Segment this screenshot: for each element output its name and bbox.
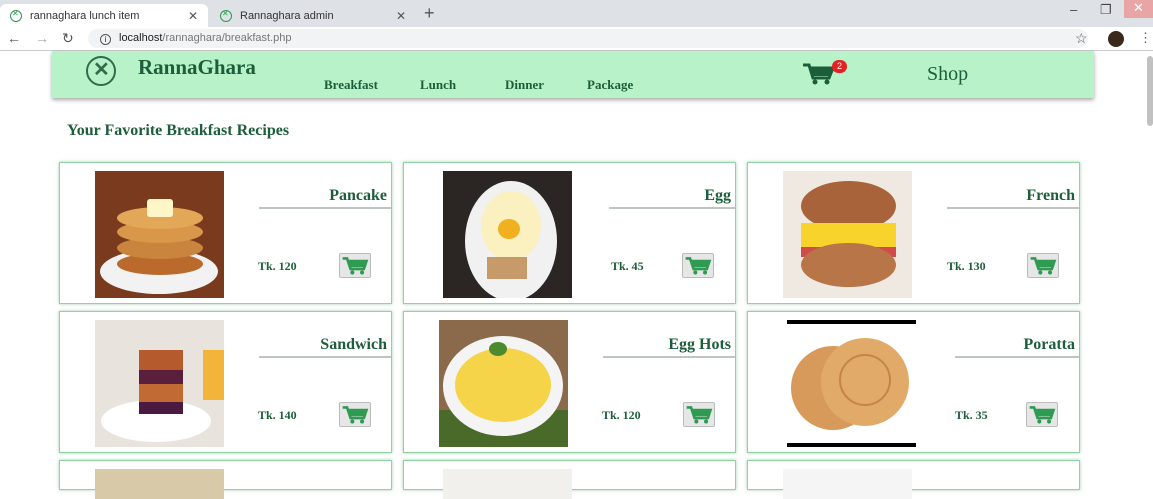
food-image	[95, 469, 224, 499]
item-name[interactable]: Sandwich	[259, 336, 391, 358]
url-field[interactable]: i localhost/rannaghara/breakfast.php	[88, 29, 1088, 48]
item-name[interactable]: Poratta	[955, 336, 1079, 358]
food-card: Pancake Tk. 120	[59, 162, 392, 304]
item-price: Tk. 130	[947, 259, 986, 273]
nav-dinner[interactable]: Dinner	[505, 77, 544, 93]
food-card: Egg Hots Tk. 120	[403, 311, 736, 453]
egg-image	[443, 171, 572, 298]
browser-tab-bar: rannaghara lunch item ✕ Rannaghara admin…	[0, 0, 1153, 27]
shop-link[interactable]: Shop	[927, 63, 968, 86]
egg-hots-image	[439, 320, 568, 447]
cart-icon	[342, 257, 369, 275]
food-card	[403, 460, 736, 499]
food-card: Egg Tk. 45	[403, 162, 736, 304]
info-icon[interactable]: i	[100, 34, 111, 45]
french-image	[783, 171, 912, 298]
brand-name[interactable]: RannaGhara	[138, 55, 256, 80]
cart-icon	[1030, 257, 1057, 275]
section-title: Your Favorite Breakfast Recipes	[67, 122, 290, 139]
back-arrow-icon[interactable]: ←	[7, 30, 21, 46]
close-window-icon[interactable]: ✕	[1124, 0, 1153, 18]
item-name[interactable]: French	[947, 187, 1079, 209]
tab-title: Rannaghara admin	[240, 9, 334, 22]
new-tab-icon[interactable]: +	[424, 3, 435, 24]
header-cart-button[interactable]: 2	[802, 60, 847, 88]
item-price: Tk. 120	[258, 259, 297, 273]
add-to-cart-button[interactable]	[1027, 253, 1059, 278]
nav-package[interactable]: Package	[587, 77, 633, 93]
forward-arrow-icon[interactable]: →	[35, 30, 49, 46]
food-card	[747, 460, 1080, 499]
reload-icon[interactable]: ↻	[62, 30, 74, 47]
poratta-image	[787, 320, 916, 447]
scrollbar-thumb[interactable]	[1147, 56, 1153, 126]
item-price: Tk. 140	[258, 408, 297, 422]
add-to-cart-button[interactable]	[339, 253, 371, 278]
food-card: Sandwich Tk. 140	[59, 311, 392, 453]
close-tab-icon[interactable]: ✕	[188, 9, 198, 23]
add-to-cart-button[interactable]	[339, 402, 371, 427]
add-to-cart-button[interactable]	[683, 402, 715, 427]
close-tab-icon[interactable]: ✕	[396, 9, 406, 23]
bookmark-star-icon[interactable]: ☆	[1075, 30, 1088, 47]
nav-breakfast[interactable]: Breakfast	[324, 77, 378, 93]
item-name[interactable]: Egg	[609, 187, 735, 209]
item-price: Tk. 35	[955, 408, 988, 422]
item-price: Tk. 45	[611, 259, 644, 273]
browser-tab-1[interactable]: rannaghara lunch item ✕	[0, 4, 208, 27]
item-name[interactable]: Egg Hots	[603, 336, 735, 358]
item-price: Tk. 120	[602, 408, 641, 422]
profile-avatar[interactable]	[1108, 31, 1124, 47]
address-bar-row: ← → ↻ i localhost/rannaghara/breakfast.ph…	[0, 27, 1153, 51]
sandwich-image	[95, 320, 224, 447]
cart-icon	[685, 257, 712, 275]
restore-icon[interactable]: ❐	[1100, 2, 1112, 18]
item-name[interactable]: Pancake	[259, 187, 391, 209]
site-favicon-icon	[10, 9, 22, 22]
tab-title: rannaghara lunch item	[30, 9, 140, 22]
pancake-image	[95, 171, 224, 298]
food-image	[443, 469, 572, 499]
site-header: ✕ RannaGhara Breakfast Lunch Dinner Pack…	[52, 51, 1094, 98]
cart-icon	[1029, 406, 1056, 424]
logo-utensils-icon[interactable]: ✕	[86, 56, 116, 86]
minimize-icon[interactable]: –	[1070, 2, 1077, 17]
browser-tab-2[interactable]: Rannaghara admin ✕	[210, 4, 416, 27]
food-card: Poratta Tk. 35	[747, 311, 1080, 453]
url-path: /rannaghara/breakfast.php	[162, 32, 292, 44]
cart-count-badge: 2	[832, 60, 847, 73]
menu-kebab-icon[interactable]: ⋮	[1139, 30, 1152, 46]
cart-icon	[342, 406, 369, 424]
cart-icon	[803, 63, 836, 85]
food-card: French Tk. 130	[747, 162, 1080, 304]
url-host: localhost	[119, 32, 163, 44]
site-favicon-icon	[220, 9, 232, 22]
add-to-cart-button[interactable]	[682, 253, 714, 278]
nav-lunch[interactable]: Lunch	[420, 77, 456, 93]
cart-icon	[686, 406, 713, 424]
add-to-cart-button[interactable]	[1026, 402, 1058, 427]
food-card	[59, 460, 392, 499]
food-image	[783, 469, 912, 499]
